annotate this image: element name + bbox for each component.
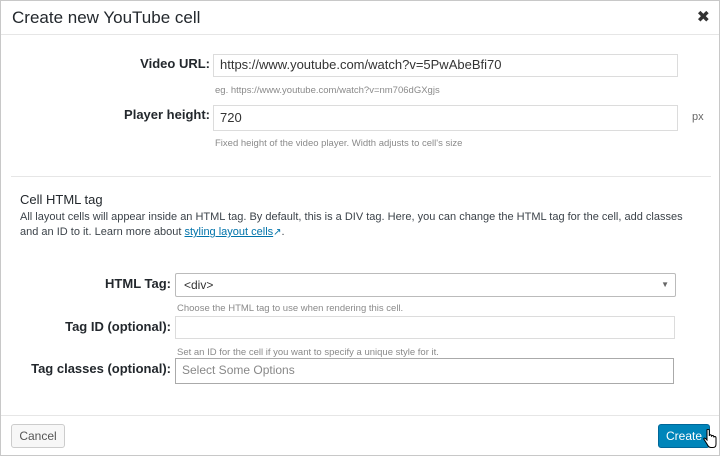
html-tag-selected-value: <div> xyxy=(184,278,214,292)
html-tag-select[interactable]: <div> ▼ xyxy=(175,273,676,297)
caret-down-icon: ▼ xyxy=(661,280,669,289)
tag-classes-placeholder: Select Some Options xyxy=(182,363,295,377)
dialog-titlebar: Create new YouTube cell ✖ xyxy=(1,1,719,35)
cancel-button[interactable]: Cancel xyxy=(11,424,65,448)
html-tag-hint: Choose the HTML tag to use when renderin… xyxy=(177,303,404,314)
video-url-input[interactable]: https://www.youtube.com/watch?v=5PwAbeBf… xyxy=(213,54,678,77)
hand-cursor-icon xyxy=(703,429,717,448)
tag-id-input[interactable] xyxy=(175,316,675,339)
create-youtube-cell-dialog: Create new YouTube cell ✖ Video URL: htt… xyxy=(0,0,720,456)
section-divider xyxy=(11,176,711,177)
dialog-title: Create new YouTube cell xyxy=(12,8,201,27)
player-height-label: Player height: xyxy=(124,107,210,122)
external-link-icon: ↗ xyxy=(273,227,282,238)
player-height-input[interactable]: 720 xyxy=(213,105,678,131)
styling-layout-cells-link[interactable]: styling layout cells xyxy=(185,226,274,238)
tag-id-label: Tag ID (optional): xyxy=(65,319,171,334)
tag-classes-multiselect[interactable]: Select Some Options xyxy=(175,358,674,384)
tag-classes-label: Tag classes (optional): xyxy=(31,361,171,376)
close-icon[interactable]: ✖ xyxy=(697,7,710,27)
player-height-unit: px xyxy=(692,111,704,123)
tag-id-hint: Set an ID for the cell if you want to sp… xyxy=(177,347,439,358)
player-height-hint: Fixed height of the video player. Width … xyxy=(215,138,463,149)
cell-html-description-text: All layout cells will appear inside an H… xyxy=(20,211,683,238)
html-tag-label: HTML Tag: xyxy=(105,276,171,291)
cell-html-description: All layout cells will appear inside an H… xyxy=(20,211,683,238)
cell-html-title: Cell HTML tag xyxy=(20,192,103,207)
video-url-hint: eg. https://www.youtube.com/watch?v=nm70… xyxy=(215,85,440,96)
video-url-label: Video URL: xyxy=(140,56,210,71)
dialog-footer: Cancel Create xyxy=(1,415,719,455)
